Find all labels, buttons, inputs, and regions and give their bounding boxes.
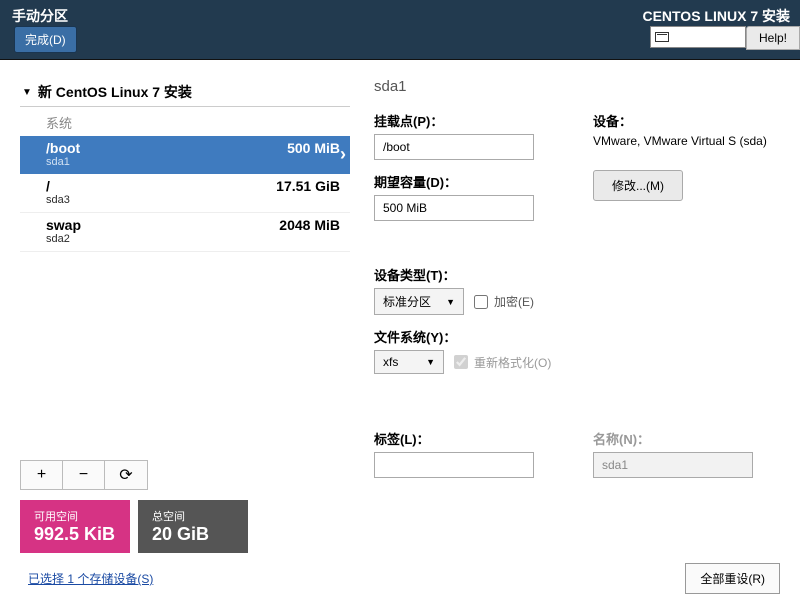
available-space-label: 可用空间 bbox=[34, 508, 116, 524]
capacity-label: 期望容量(D)： bbox=[374, 172, 561, 191]
reformat-checkbox-row: 重新格式化(O) bbox=[454, 354, 551, 371]
partition-size-label: 500 MiB bbox=[287, 140, 340, 156]
partition-details-panel: sda1 挂载点(P)： 期望容量(D)： 设备： VMware, VMware… bbox=[374, 78, 780, 490]
partition-mount-label: swap bbox=[46, 217, 81, 233]
dropdown-icon: ▼ bbox=[426, 357, 435, 367]
reformat-label: 重新格式化(O) bbox=[474, 354, 551, 371]
partition-row-swap[interactable]: swap 2048 MiB sda2 bbox=[20, 213, 350, 252]
partition-size-label: 2048 MiB bbox=[279, 217, 340, 233]
total-space-tile: 总空间 20 GiB bbox=[138, 500, 248, 553]
disclosure-triangle-icon: ▼ bbox=[22, 87, 32, 98]
name-label: 名称(N)： bbox=[593, 429, 780, 448]
reformat-checkbox bbox=[454, 355, 468, 369]
filesystem-select[interactable]: xfs ▼ bbox=[374, 350, 444, 374]
available-space-value: 992.5 KiB bbox=[34, 524, 116, 545]
mount-point-label: 挂载点(P)： bbox=[374, 111, 561, 130]
install-label: 新 CentOS Linux 7 安装 bbox=[38, 82, 192, 102]
device-description: VMware, VMware Virtual S (sda) bbox=[593, 134, 780, 148]
device-type-value: 标准分区 bbox=[383, 293, 431, 310]
partition-device-label: sda1 bbox=[46, 156, 340, 168]
device-type-select[interactable]: 标准分区 ▼ bbox=[374, 288, 464, 315]
filesystem-label: 文件系统(Y)： bbox=[374, 327, 780, 346]
done-button[interactable]: 完成(D) bbox=[14, 26, 77, 53]
filesystem-value: xfs bbox=[383, 355, 398, 369]
tag-input[interactable] bbox=[374, 452, 534, 478]
partition-device-label: sda2 bbox=[46, 233, 340, 245]
keyboard-indicator[interactable]: cn bbox=[650, 26, 746, 48]
partition-row-root[interactable]: / 17.51 GiB sda3 bbox=[20, 174, 350, 213]
chevron-right-icon: › bbox=[340, 144, 346, 165]
name-input bbox=[593, 452, 753, 478]
partition-tree-panel: ▼ 新 CentOS Linux 7 安装 系统 /boot 500 MiB s… bbox=[20, 78, 350, 490]
total-space-label: 总空间 bbox=[152, 508, 234, 524]
help-button[interactable]: Help! bbox=[746, 26, 800, 50]
device-type-label: 设备类型(T)： bbox=[374, 265, 780, 284]
partition-toolbar: + − ⟳ bbox=[20, 460, 148, 490]
keyboard-icon bbox=[655, 32, 669, 42]
add-partition-button[interactable]: + bbox=[21, 461, 63, 489]
tag-label: 标签(L)： bbox=[374, 429, 561, 448]
mount-point-input[interactable] bbox=[374, 134, 534, 160]
details-device-title: sda1 bbox=[374, 78, 780, 95]
reload-button[interactable]: ⟳ bbox=[105, 461, 147, 489]
total-space-value: 20 GiB bbox=[152, 524, 234, 545]
remove-partition-button[interactable]: − bbox=[63, 461, 105, 489]
header: 手动分区 CENTOS LINUX 7 安装 完成(D) cn Help! bbox=[0, 0, 800, 60]
modify-device-button[interactable]: 修改...(M) bbox=[593, 170, 683, 201]
reset-all-button[interactable]: 全部重设(R) bbox=[685, 563, 780, 594]
partition-device-label: sda3 bbox=[46, 194, 340, 206]
page-title: 手动分区 bbox=[12, 6, 68, 26]
keyboard-layout-label: cn bbox=[673, 30, 686, 44]
device-section-label: 设备： bbox=[593, 111, 780, 130]
tree-group-system: 系统 bbox=[20, 107, 350, 136]
encrypt-checkbox[interactable] bbox=[474, 295, 488, 309]
partition-mount-label: / bbox=[46, 178, 50, 194]
selected-devices-link[interactable]: 已选择 1 个存储设备(S) bbox=[20, 570, 153, 587]
page-subtitle: CENTOS LINUX 7 安装 bbox=[642, 6, 790, 26]
partition-mount-label: /boot bbox=[46, 140, 80, 156]
footer: 可用空间 992.5 KiB 总空间 20 GiB 已选择 1 个存储设备(S)… bbox=[0, 490, 800, 594]
encrypt-checkbox-row[interactable]: 加密(E) bbox=[474, 293, 534, 310]
dropdown-icon: ▼ bbox=[446, 297, 455, 307]
available-space-tile: 可用空间 992.5 KiB bbox=[20, 500, 130, 553]
capacity-input[interactable] bbox=[374, 195, 534, 221]
encrypt-label: 加密(E) bbox=[494, 293, 534, 310]
partition-row-boot[interactable]: /boot 500 MiB sda1 › bbox=[20, 136, 350, 174]
partition-size-label: 17.51 GiB bbox=[276, 178, 340, 194]
tree-install-header[interactable]: ▼ 新 CentOS Linux 7 安装 bbox=[20, 78, 350, 107]
